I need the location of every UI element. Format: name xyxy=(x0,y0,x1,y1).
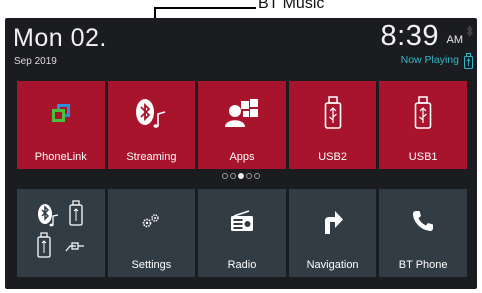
tile-radio[interactable]: Radio xyxy=(198,189,286,277)
tile-media-sources[interactable] xyxy=(17,189,105,277)
apps-icon xyxy=(198,93,286,133)
page-dot[interactable] xyxy=(254,173,260,179)
app-row-bottom: Settings Radio Navigation BT Phone xyxy=(17,189,467,277)
tile-label: USB2 xyxy=(318,151,347,163)
gears-icon xyxy=(108,201,196,241)
tile-label: Apps xyxy=(229,151,255,163)
now-playing-link[interactable]: Now Playing xyxy=(401,54,459,66)
tile-label: USB1 xyxy=(408,151,438,163)
usb-icon xyxy=(289,93,377,133)
tile-label: Navigation xyxy=(306,259,359,271)
date-day: Mon 02. xyxy=(13,24,107,52)
tile-bt-phone[interactable]: BT Phone xyxy=(379,189,467,277)
page-dot[interactable] xyxy=(246,173,252,179)
page-dot[interactable] xyxy=(230,173,236,179)
app-row-top: PhoneLink Streaming Apps USB2 USB1 xyxy=(17,81,467,169)
tile-label: Radio xyxy=(227,259,257,271)
usb-icon xyxy=(379,93,467,133)
tile-usb2[interactable]: USB2 xyxy=(288,81,377,169)
tile-streaming[interactable]: Streaming xyxy=(107,81,196,169)
tile-label: Streaming xyxy=(126,151,177,163)
phone-icon xyxy=(379,201,467,241)
clock-ampm: AM xyxy=(446,34,464,46)
date-month-year: Sep 2019 xyxy=(14,56,57,67)
page-dot-active[interactable] xyxy=(238,173,244,179)
page-indicator xyxy=(5,173,477,179)
navigation-arrow-icon xyxy=(289,201,377,241)
tile-navigation[interactable]: Navigation xyxy=(288,189,377,277)
tile-phonelink[interactable]: PhoneLink xyxy=(17,81,105,169)
tile-apps[interactable]: Apps xyxy=(198,81,286,169)
tile-label: BT Phone xyxy=(398,259,448,271)
tile-settings[interactable]: Settings xyxy=(107,189,196,277)
tile-label: Settings xyxy=(131,259,172,271)
bluetooth-music-icon xyxy=(108,93,196,133)
callout-line xyxy=(154,7,256,9)
media-sources-icon xyxy=(17,197,105,267)
tile-usb1[interactable]: USB1 xyxy=(379,81,467,169)
clock-time: 8:39 xyxy=(380,20,439,52)
tile-label: PhoneLink xyxy=(34,151,87,163)
callout-label: BT Music xyxy=(258,0,325,12)
usb-now-playing-icon[interactable] xyxy=(464,53,473,69)
bluetooth-status-icon xyxy=(466,25,473,37)
head-unit-screen: Mon 02. Sep 2019 8:39 AM Now Playing Pho… xyxy=(5,18,477,289)
phonelink-icon xyxy=(17,93,105,133)
radio-icon xyxy=(198,201,286,241)
page-dot[interactable] xyxy=(222,173,228,179)
